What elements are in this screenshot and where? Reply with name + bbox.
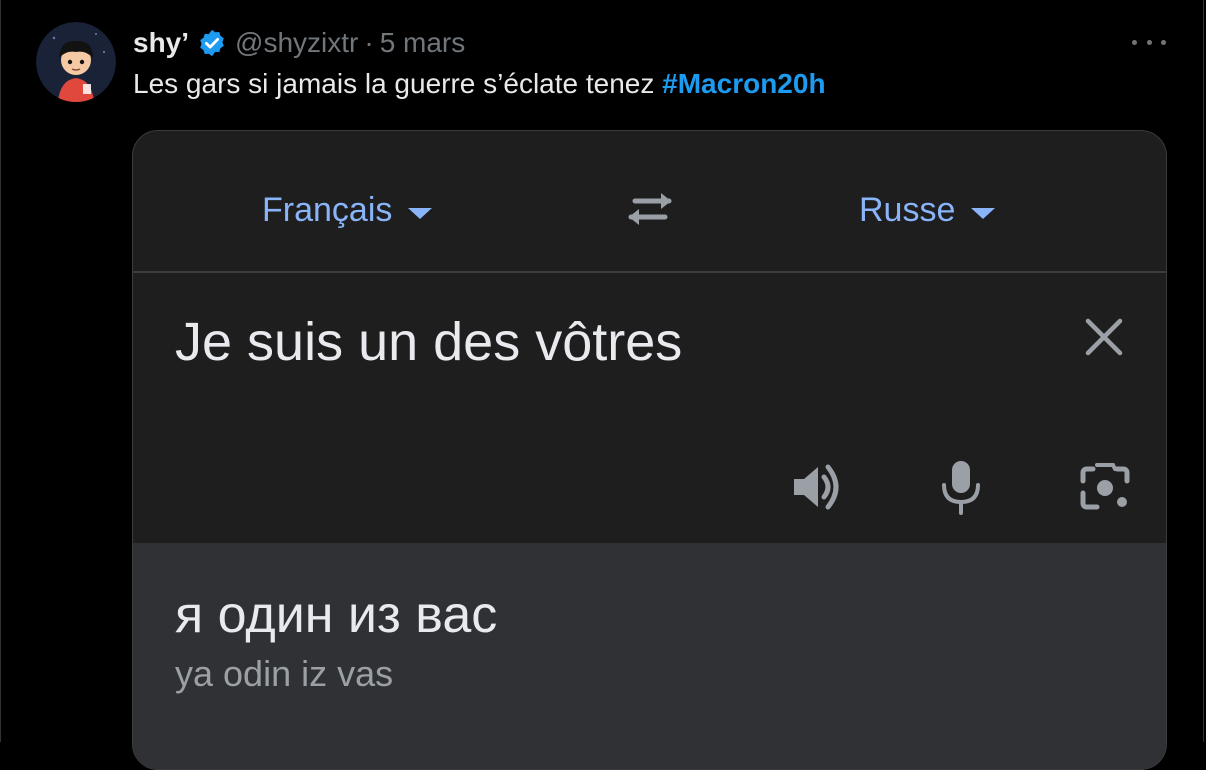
camera-lens-icon[interactable] <box>1077 459 1133 515</box>
microphone-icon[interactable] <box>941 459 981 515</box>
transliteration-text: ya odin iz vas <box>175 653 394 694</box>
translation-output-area[interactable]: я один из вас ya odin iz vas <box>133 543 1166 769</box>
media-card[interactable]: Français Russe Je suis un des vôtres я о… <box>132 130 1167 770</box>
more-dot <box>1146 39 1152 45</box>
chevron-down-icon <box>971 208 996 219</box>
more-dot <box>1132 39 1137 45</box>
more-dot <box>1161 39 1166 45</box>
language-bar: Français Russe <box>133 131 1166 273</box>
close-icon[interactable] <box>1082 315 1126 359</box>
translation-text[interactable]: я один из вас <box>175 585 497 645</box>
hashtag-link[interactable]: #Macron20h <box>662 68 825 99</box>
verified-badge-icon[interactable] <box>197 28 227 58</box>
source-input-area[interactable]: Je suis un des vôtres <box>133 273 1166 543</box>
tweet-header: shy’ @shyzixtr · 5 mars <box>133 26 465 60</box>
author-name[interactable]: shy’ <box>133 27 189 59</box>
source-language-selector[interactable]: Français <box>262 191 433 230</box>
target-language-label: Russe <box>859 191 956 229</box>
tweet-text: Les gars si jamais la guerre s’éclate te… <box>133 68 826 100</box>
tweet-date[interactable]: 5 mars <box>380 27 466 59</box>
source-language-label: Français <box>262 191 393 229</box>
avatar[interactable] <box>36 22 116 102</box>
header-separator: · <box>364 27 374 58</box>
source-text[interactable]: Je suis un des vôtres <box>175 311 682 373</box>
chevron-down-icon <box>408 208 433 219</box>
tweet-body: Les gars si jamais la guerre s’éclate te… <box>133 68 663 99</box>
speaker-icon[interactable] <box>788 459 844 515</box>
author-handle[interactable]: @shyzixtr <box>235 27 358 59</box>
more-options-icon[interactable] <box>1132 32 1166 52</box>
target-language-selector[interactable]: Russe <box>859 191 996 230</box>
swap-languages-icon[interactable] <box>621 187 679 231</box>
